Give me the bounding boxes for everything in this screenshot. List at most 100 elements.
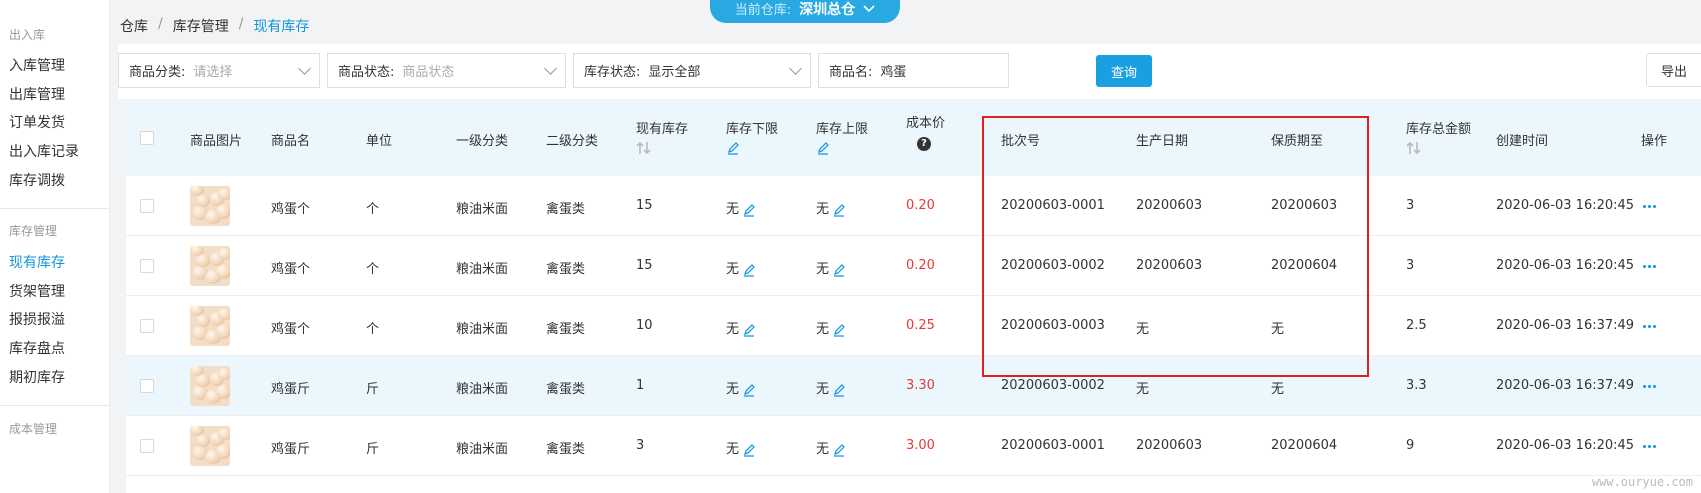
cell-value: 无 xyxy=(726,202,740,217)
cell-value: 15 xyxy=(636,258,653,273)
cell-created: 2020-06-03 16:20:45 xyxy=(1496,198,1634,213)
product-status-select[interactable]: 商品状态: 商品状态 xyxy=(327,53,566,88)
stock-status-label: 库存状态: xyxy=(584,65,641,80)
row-checkbox[interactable] xyxy=(140,199,154,213)
sidebar-item-stocktake[interactable]: 库存盘点 xyxy=(9,339,65,359)
more-actions-icon[interactable] xyxy=(1643,385,1656,388)
cell-stock: 1 xyxy=(636,378,644,393)
filter-bar: 商品分类: 请选择 商品状态: 商品状态 库存状态: 显示全部 商品名: 鸡蛋 … xyxy=(118,44,1701,99)
edit-icon[interactable] xyxy=(742,443,756,457)
cell-cost: 3.30 xyxy=(906,378,935,393)
breadcrumb: 仓库 / 库存管理 / 现有库存 xyxy=(120,16,309,36)
cell-value: 鸡蛋个 xyxy=(271,322,311,337)
cell-cost: 0.25 xyxy=(906,318,935,333)
cell-unit: 斤 xyxy=(366,438,379,457)
more-actions-icon[interactable] xyxy=(1643,265,1656,268)
more-actions-icon[interactable] xyxy=(1643,445,1656,448)
header-lower-limit: 库存下限 xyxy=(726,118,778,155)
cell-cat1: 粮油米面 xyxy=(456,318,508,337)
row-checkbox[interactable] xyxy=(140,319,154,333)
table-row: 鸡蛋个个粮油米面 禽蛋类 10 无无 0.25 20200603-0003 无无 2.5 202… xyxy=(126,296,1701,356)
sidebar-item-outbound[interactable]: 出库管理 xyxy=(9,85,65,105)
product-status-label: 商品状态: xyxy=(338,65,395,80)
breadcrumb-warehouse[interactable]: 仓库 xyxy=(120,16,148,36)
category-select[interactable]: 商品分类: 请选择 xyxy=(118,53,320,88)
header-stock-label: 现有库存 xyxy=(636,122,689,137)
edit-icon[interactable] xyxy=(742,323,756,337)
cell-value: 15 xyxy=(636,198,653,213)
row-checkbox[interactable] xyxy=(140,259,154,273)
export-button[interactable]: 导出 xyxy=(1646,53,1701,87)
cell-value: 3.3 xyxy=(1406,378,1427,393)
breadcrumb-inventory[interactable]: 库存管理 xyxy=(173,16,229,36)
cell-value: 斤 xyxy=(366,382,380,397)
cell-total: 9 xyxy=(1406,438,1414,453)
warehouse-selector[interactable]: 当前仓库: 深圳总仓 xyxy=(710,0,900,23)
query-button[interactable]: 查询 xyxy=(1096,55,1152,87)
sidebar-item-current-stock[interactable]: 现有库存 xyxy=(9,253,65,273)
edit-icon[interactable] xyxy=(816,141,830,155)
cell-prod-date: 无 xyxy=(1136,378,1149,397)
cell-cat1: 粮油米面 xyxy=(456,258,508,277)
watermark: www.ouryue.com xyxy=(1591,475,1693,489)
edit-icon[interactable] xyxy=(742,383,756,397)
cell-value: 粮油米面 xyxy=(456,382,509,397)
more-actions-icon[interactable] xyxy=(1643,325,1656,328)
chevron-down-icon xyxy=(298,62,311,75)
cell-unit: 斤 xyxy=(366,378,379,397)
cell-value: 鸡蛋斤 xyxy=(271,382,311,397)
cell-value: 个 xyxy=(366,202,380,217)
table-row: 鸡蛋斤 斤 粮油米面 禽蛋类 3 无 无 3.00 20200603-0001 20200603 2… xyxy=(126,416,1701,476)
header-stock[interactable]: 现有库存 xyxy=(636,118,688,155)
edit-icon[interactable] xyxy=(726,141,740,155)
cell-cat1: 粮油米面 xyxy=(456,378,508,397)
sidebar-item-inout-records[interactable]: 出入库记录 xyxy=(9,142,79,162)
sidebar-item-inbound[interactable]: 入库管理 xyxy=(9,56,65,76)
chevron-down-icon xyxy=(544,62,557,75)
cell-name: 鸡蛋个 xyxy=(271,198,310,217)
edit-icon[interactable] xyxy=(832,443,846,457)
help-icon[interactable]: ? xyxy=(917,137,931,151)
cell-unit: 个 xyxy=(366,318,379,337)
cell-upper: 无 xyxy=(816,438,846,457)
sidebar: 出入库 入库管理 出库管理 订单发货 出入库记录 库存调拨 库存管理 现有库存 … xyxy=(0,0,110,493)
more-actions-icon[interactable] xyxy=(1643,205,1656,208)
sidebar-item-order-shipping[interactable]: 订单发货 xyxy=(9,113,65,133)
edit-icon[interactable] xyxy=(832,203,846,217)
breadcrumb-separator: / xyxy=(238,16,244,32)
product-name-value: 鸡蛋 xyxy=(880,65,907,80)
cell-created: 2020-06-03 16:20:45 xyxy=(1496,438,1634,453)
sidebar-group-inventory: 库存管理 xyxy=(9,224,58,238)
header-operations: 操作 xyxy=(1641,134,1668,149)
table-row: 鸡蛋个个粮油米面 禽蛋类 15 无无 0.20 20200603-0001 20200603… xyxy=(126,176,1701,236)
sidebar-item-shelves[interactable]: 货架管理 xyxy=(9,282,65,302)
sort-icon[interactable] xyxy=(1406,141,1422,155)
product-name-label: 商品名: xyxy=(829,65,873,80)
row-checkbox[interactable] xyxy=(140,439,154,453)
edit-icon[interactable] xyxy=(832,383,846,397)
sidebar-item-transfer[interactable]: 库存调拨 xyxy=(9,171,65,191)
sidebar-item-opening-stock[interactable]: 期初库存 xyxy=(9,368,65,388)
sidebar-item-loss-overflow[interactable]: 报损报溢 xyxy=(9,310,65,330)
cell-cost: 0.20 xyxy=(906,198,935,213)
cell-cat2: 禽蛋类 xyxy=(546,258,585,277)
cell-unit: 个 xyxy=(366,198,379,217)
cell-value: 3.30 xyxy=(906,378,935,393)
edit-icon[interactable] xyxy=(832,323,846,337)
edit-icon[interactable] xyxy=(742,263,756,277)
select-all-checkbox[interactable] xyxy=(140,131,154,145)
sort-icon[interactable] xyxy=(636,141,652,155)
row-checkbox[interactable] xyxy=(140,379,154,393)
header-upper-limit: 库存上限 xyxy=(816,118,868,155)
cell-cat2: 禽蛋类 xyxy=(546,438,585,457)
product-status-placeholder: 商品状态 xyxy=(402,65,455,80)
cell-value: 鸡蛋斤 xyxy=(271,442,311,457)
edit-icon[interactable] xyxy=(832,263,846,277)
cell-lower: 无 xyxy=(726,258,756,277)
product-name-input[interactable]: 商品名: 鸡蛋 xyxy=(818,53,1009,88)
cell-lower: 无 xyxy=(726,198,756,217)
stock-status-select[interactable]: 库存状态: 显示全部 xyxy=(573,53,811,88)
edit-icon[interactable] xyxy=(742,203,756,217)
header-total-amount[interactable]: 库存总金额 xyxy=(1406,118,1471,155)
category-label: 商品分类: xyxy=(129,65,186,80)
